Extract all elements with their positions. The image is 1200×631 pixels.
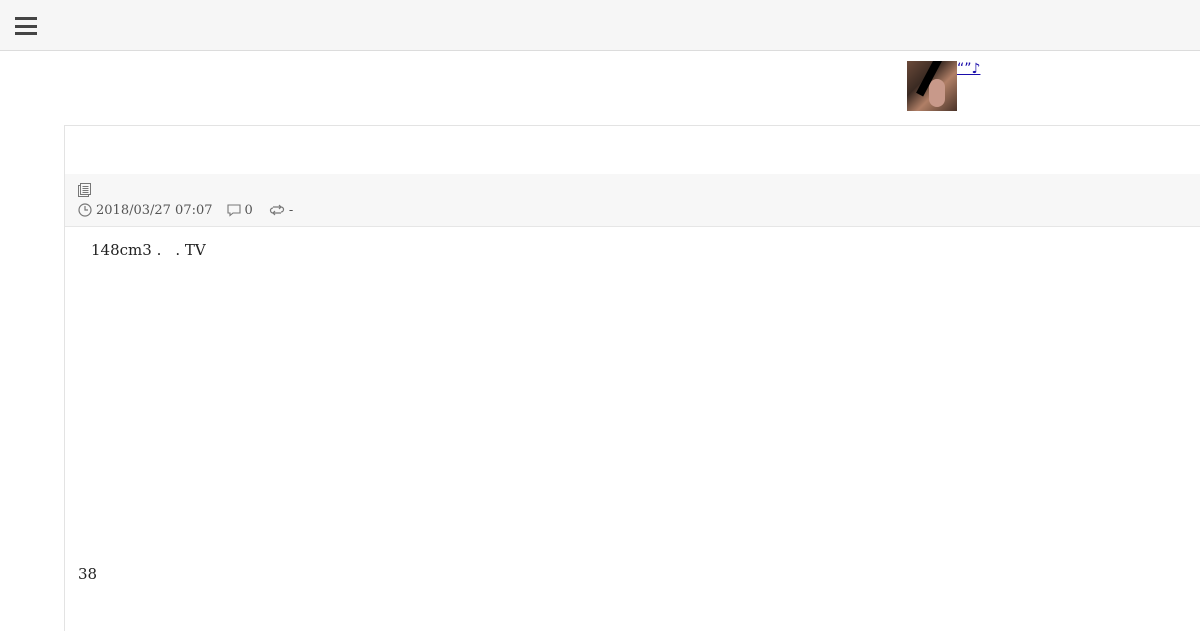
- post-meta-band: 2018/03/27 07:07 0 -: [65, 174, 1200, 227]
- trackback-count[interactable]: -: [289, 203, 293, 218]
- document-icon: [78, 183, 91, 197]
- post-footer-number: 38: [78, 565, 98, 583]
- comment-icon: [226, 204, 241, 217]
- post-meta-row: 2018/03/27 07:07 0 -: [78, 202, 293, 218]
- ad-thumbnail-image[interactable]: [907, 61, 957, 111]
- hamburger-menu-icon[interactable]: [15, 17, 37, 35]
- top-bar: [0, 0, 1200, 51]
- trackback-icon: [269, 204, 284, 216]
- ad-link[interactable]: “”♪: [957, 61, 1031, 77]
- clock-icon: [78, 203, 92, 217]
- article-panel: 2018/03/27 07:07 0 - 148cm3 . . TV 38: [64, 125, 1200, 631]
- post-body-part1: 148cm3 .: [91, 241, 162, 259]
- post-date: 2018/03/27 07:07: [96, 202, 213, 218]
- post-body: 148cm3 . . TV: [91, 241, 206, 259]
- post-body-part2: . TV: [175, 241, 206, 259]
- comments-count[interactable]: 0: [245, 203, 253, 218]
